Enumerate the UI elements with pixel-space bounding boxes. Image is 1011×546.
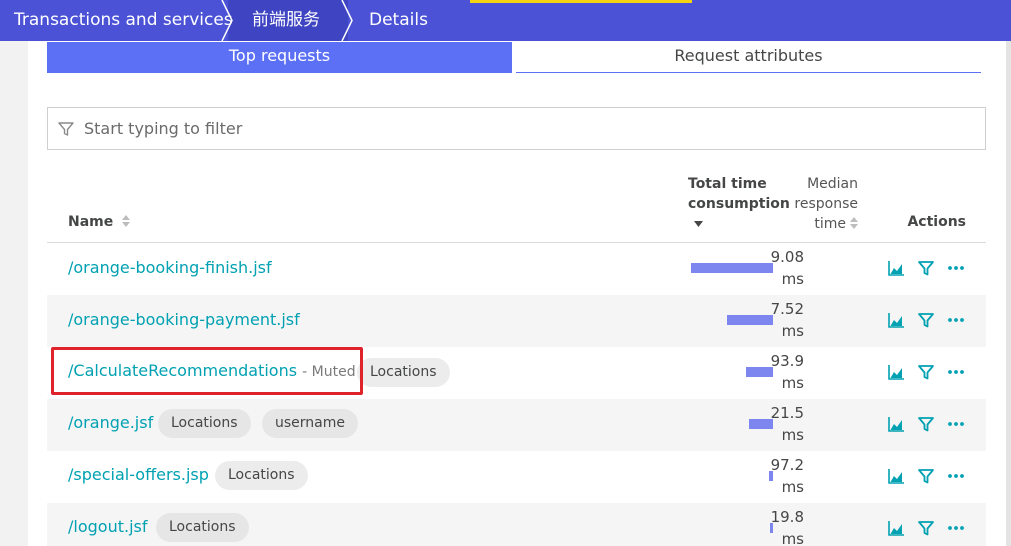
- table-row: /orange.jsf Locations username: [47, 399, 986, 451]
- breadcrumb-item-service[interactable]: 前端服务: [252, 0, 320, 41]
- more-icon[interactable]: [947, 363, 965, 381]
- median-unit: ms: [781, 374, 804, 392]
- median-response-time: 9.08 ms: [748, 246, 804, 290]
- breadcrumb: Transactions and services 前端服务 Details: [0, 0, 1011, 41]
- request-link[interactable]: /orange-booking-payment.jsf: [68, 309, 300, 331]
- filter-icon[interactable]: [917, 311, 935, 329]
- filter-box: [47, 107, 986, 150]
- header-accent: [470, 0, 692, 3]
- area-chart-icon[interactable]: [887, 259, 905, 277]
- breadcrumb-item-details: Details: [369, 10, 428, 30]
- area-chart-icon[interactable]: [887, 519, 905, 537]
- request-link[interactable]: /logout.jsf: [68, 516, 147, 538]
- tag-locations[interactable]: Locations: [357, 358, 450, 387]
- request-link[interactable]: /orange-booking-finish.jsf: [68, 257, 272, 279]
- more-icon[interactable]: [947, 259, 965, 277]
- median-value: 97.2: [770, 456, 804, 474]
- filter-icon: [58, 122, 74, 136]
- breadcrumb-separator-icon: [341, 0, 353, 41]
- median-unit: ms: [781, 322, 804, 340]
- table-row: /special-offers.jsp Locations: [47, 451, 986, 503]
- area-chart-icon[interactable]: [887, 363, 905, 381]
- median-response-time: 97.2 ms: [748, 454, 804, 498]
- filter-input[interactable]: [84, 108, 974, 149]
- column-header-total-time[interactable]: Total time consumption: [688, 174, 790, 234]
- column-header-median-line3: time: [814, 216, 846, 232]
- column-header-actions: Actions: [907, 214, 966, 230]
- median-unit: ms: [781, 530, 804, 546]
- tag-locations[interactable]: Locations: [215, 461, 308, 490]
- median-value: 9.08: [770, 248, 804, 266]
- sort-descending-icon: [694, 221, 703, 227]
- filter-icon[interactable]: [917, 519, 935, 537]
- table-row: /logout.jsf Locations: [47, 503, 986, 546]
- column-header-name-label: Name: [68, 214, 114, 230]
- column-header-total-line1: Total time: [688, 176, 767, 192]
- column-header-median-line2: response: [794, 196, 858, 212]
- breadcrumb-item-transactions[interactable]: Transactions and services: [14, 0, 233, 41]
- median-value: 19.8: [770, 508, 804, 526]
- more-icon[interactable]: [947, 415, 965, 433]
- scrollbar[interactable]: [1006, 41, 1011, 546]
- median-unit: ms: [781, 426, 804, 444]
- sort-icon: [122, 215, 131, 227]
- area-chart-icon[interactable]: [887, 467, 905, 485]
- area-chart-icon[interactable]: [887, 311, 905, 329]
- median-unit: ms: [781, 270, 804, 288]
- median-value: 93.9: [770, 352, 804, 370]
- median-unit: ms: [781, 478, 804, 496]
- tag-locations[interactable]: Locations: [156, 513, 249, 542]
- median-response-time: 19.8 ms: [748, 506, 804, 546]
- column-header-total-line2: consumption: [688, 196, 790, 212]
- median-response-time: 7.52 ms: [748, 298, 804, 342]
- more-icon[interactable]: [947, 311, 965, 329]
- highlight-box: [51, 347, 363, 395]
- column-header-median-line1: Median: [807, 176, 858, 192]
- more-icon[interactable]: [947, 519, 965, 537]
- more-icon[interactable]: [947, 467, 965, 485]
- filter-icon[interactable]: [917, 259, 935, 277]
- tab-top-requests[interactable]: Top requests: [47, 42, 512, 73]
- median-value: 21.5: [770, 404, 804, 422]
- table-row: /orange-booking-payment.jsf: [47, 295, 986, 347]
- tag-username[interactable]: username: [262, 409, 358, 438]
- request-link[interactable]: /orange.jsf: [68, 412, 153, 434]
- column-header-median-response-time[interactable]: Median response time: [790, 174, 858, 234]
- filter-icon[interactable]: [917, 467, 935, 485]
- filter-icon[interactable]: [917, 363, 935, 381]
- median-value: 7.52: [770, 300, 804, 318]
- tag-locations[interactable]: Locations: [158, 409, 251, 438]
- median-response-time: 21.5 ms: [748, 402, 804, 446]
- area-chart-icon[interactable]: [887, 415, 905, 433]
- median-response-time: 93.9 ms: [748, 350, 804, 394]
- sort-icon: [850, 217, 858, 229]
- column-header-name[interactable]: Name: [68, 212, 131, 232]
- request-link[interactable]: /special-offers.jsp: [68, 464, 209, 486]
- tab-request-attributes[interactable]: Request attributes: [516, 42, 981, 73]
- table-row: /orange-booking-finish.jsf: [47, 243, 986, 295]
- filter-icon[interactable]: [917, 415, 935, 433]
